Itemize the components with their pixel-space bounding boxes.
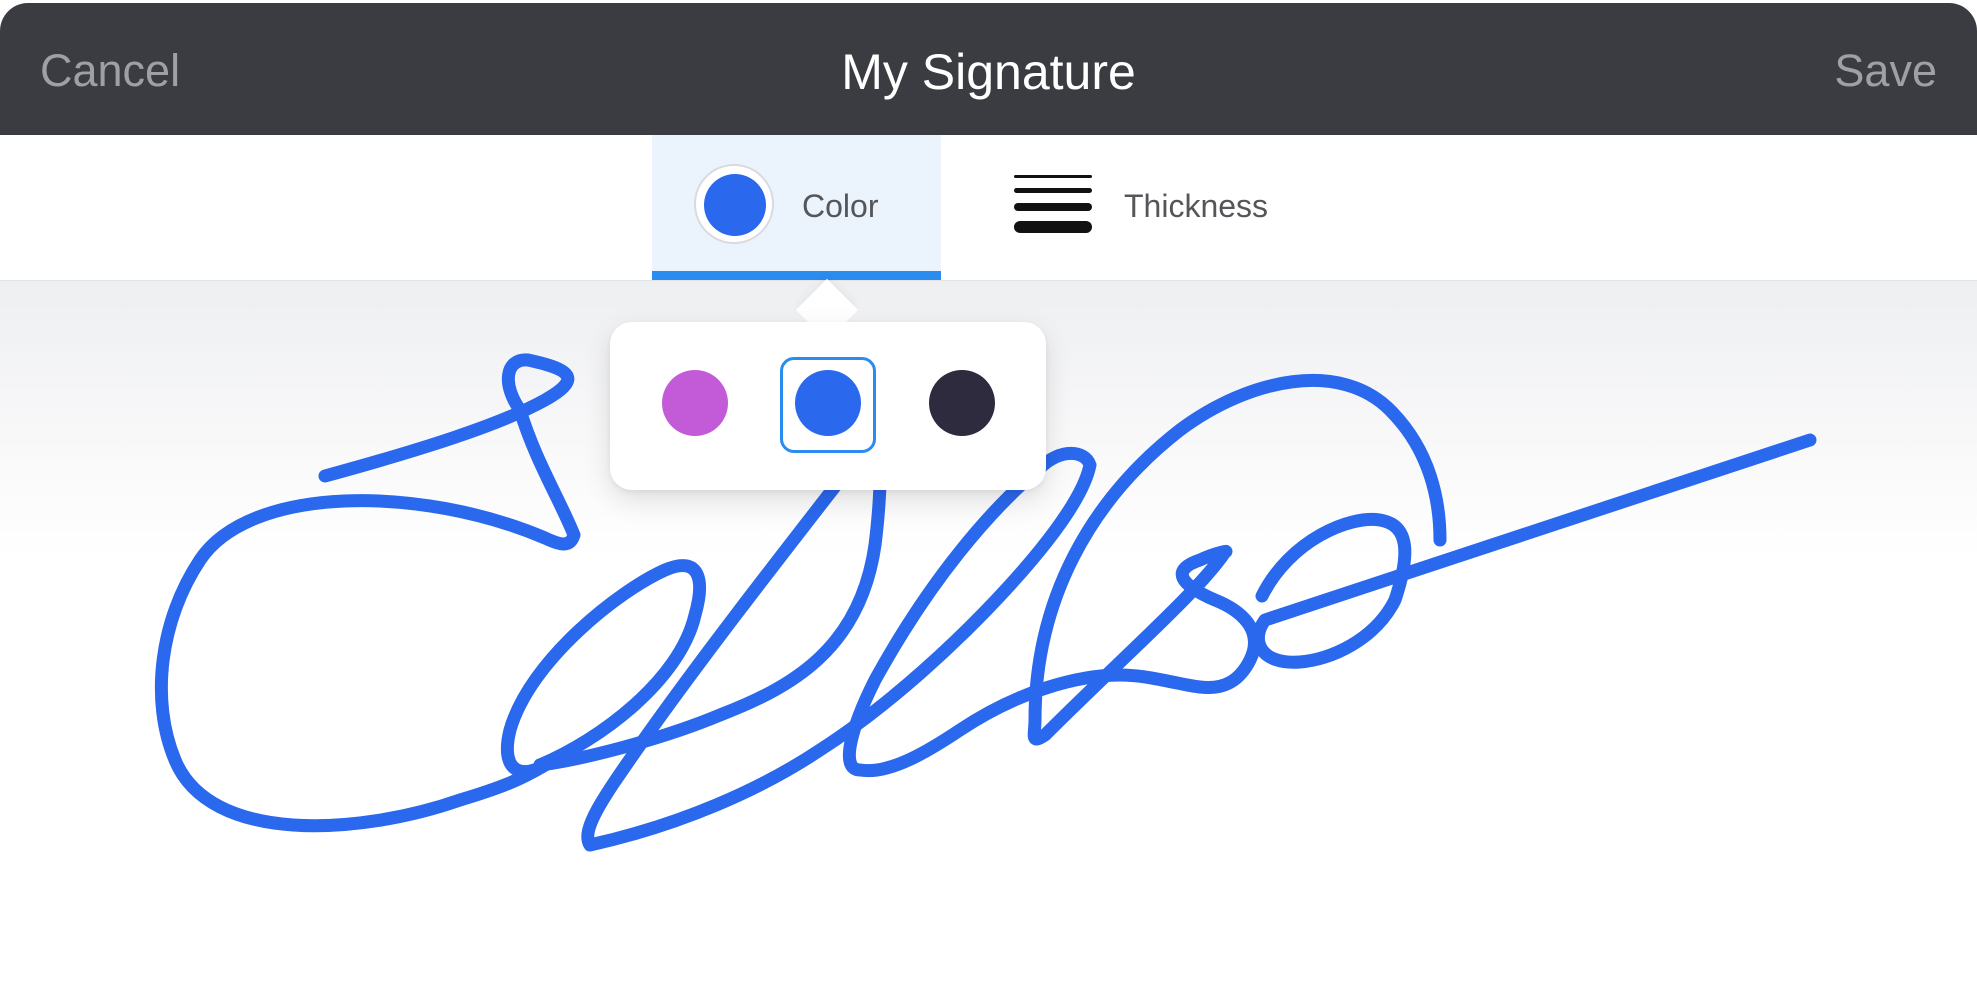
color-option-dark[interactable] xyxy=(929,370,995,436)
toolbar: Color Thickness xyxy=(0,135,1977,281)
active-tab-indicator xyxy=(652,271,941,280)
tab-thickness-label: Thickness xyxy=(1124,188,1269,224)
color-option-magenta[interactable] xyxy=(662,370,728,436)
tab-thickness[interactable]: Thickness xyxy=(1000,135,1320,280)
tab-color-label: Color xyxy=(802,188,879,224)
top-bar: Cancel My Signature Save xyxy=(0,3,1977,135)
current-color-dot xyxy=(704,174,766,236)
current-color-swatch xyxy=(694,164,774,244)
line-weight-icon xyxy=(1014,175,1092,237)
color-picker-popover xyxy=(610,322,1046,490)
tab-color[interactable]: Color xyxy=(652,135,941,280)
save-button[interactable]: Save xyxy=(1834,45,1937,97)
page-title: My Signature xyxy=(841,44,1136,100)
color-option-blue[interactable] xyxy=(795,370,861,436)
